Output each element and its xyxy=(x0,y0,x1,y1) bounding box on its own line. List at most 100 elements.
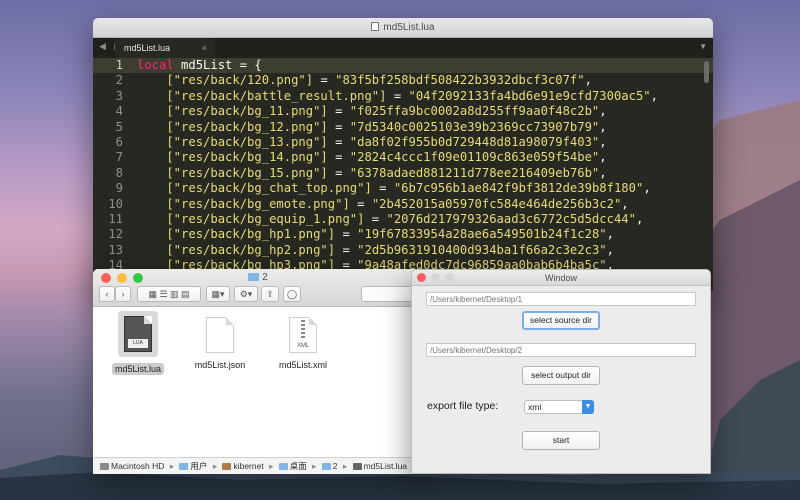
share-icon: ⇪ xyxy=(266,289,274,299)
comma-token: , xyxy=(599,150,607,165)
tab-label: md5List.lua xyxy=(124,43,171,53)
file-item[interactable]: md5List.json xyxy=(185,311,255,373)
line-number: 11 xyxy=(108,211,123,226)
arrange-button[interactable]: ▦▾ xyxy=(206,286,230,302)
line-number: 9 xyxy=(115,181,123,196)
export-tool-window: Window select source dir select output d… xyxy=(411,269,711,474)
tool-titlebar[interactable]: Window xyxy=(412,270,710,286)
code-line[interactable]: 4 ["res/back/bg_11.png"] = "f025ffa9bc00… xyxy=(93,104,713,119)
code-line[interactable]: 7 ["res/back/bg_14.png"] = "2824c4ccc1f0… xyxy=(93,150,713,165)
finder-file-area[interactable]: LUA md5List.lua md5List.json XML md5List… xyxy=(93,307,423,457)
forward-button[interactable]: › xyxy=(115,286,131,302)
key-string-token: ["res/back/bg_chat_top.png"] xyxy=(137,181,372,196)
file-name: md5List.json xyxy=(194,360,246,370)
minimize-window-button[interactable] xyxy=(431,273,440,282)
share-button[interactable]: ⇪ xyxy=(261,286,279,302)
plain-token: md5List = { xyxy=(173,58,262,72)
path-separator-icon: ▸ xyxy=(342,461,348,471)
code-text: ["res/back/bg_chat_top.png"] = "6b7c956b… xyxy=(137,181,651,196)
key-string-token: ["res/back/bg_emote.png"] xyxy=(137,196,350,211)
code-area[interactable]: 1 local md5List = {2 ["res/back/120.png"]… xyxy=(93,58,713,290)
code-line[interactable]: 8 ["res/back/bg_15.png"] = "6378adaed881… xyxy=(93,166,713,181)
path-item[interactable]: kibernet xyxy=(233,461,263,471)
key-string-token: ["res/back/bg_11.png"] xyxy=(137,104,328,119)
code-line[interactable]: 9 ["res/back/bg_chat_top.png"] = "6b7c95… xyxy=(93,181,713,196)
output-dir-field[interactable] xyxy=(426,343,696,357)
code-line[interactable]: 6 ["res/back/bg_13.png"] = "da8f02f955b0… xyxy=(93,135,713,150)
chevron-down-icon: ▼ xyxy=(582,400,594,414)
operator-token: = xyxy=(335,227,358,242)
value-string-token: "6378adaed881211d778ee216409eb76b" xyxy=(349,165,600,180)
editor-scrollbar[interactable] xyxy=(704,61,709,83)
comma-token: , xyxy=(643,181,651,196)
chevron-down-icon[interactable]: ▼ xyxy=(699,42,707,51)
code-line[interactable]: 13 ["res/back/bg_hp2.png"] = "2d5b963191… xyxy=(93,243,713,258)
code-text: local md5List = { xyxy=(137,58,262,73)
tab-md5list-lua[interactable]: md5List.lua × xyxy=(115,38,215,58)
export-file-type-value: xml xyxy=(528,402,542,412)
file-item[interactable]: LUA md5List.lua xyxy=(103,311,173,377)
file-icon-wrap: LUA xyxy=(118,311,158,357)
line-number: 10 xyxy=(108,196,123,211)
code-line[interactable]: 11 ["res/back/bg_equip_1.png"] = "2076d2… xyxy=(93,212,713,227)
value-string-token: "2824c4ccc1f09e01109c863e059f54be" xyxy=(349,150,600,165)
tag-button[interactable]: ◯ xyxy=(283,286,301,302)
editor-titlebar[interactable]: md5List.lua xyxy=(93,18,713,38)
select-output-dir-button[interactable]: select output dir xyxy=(522,366,600,385)
path-item[interactable]: 桌面 xyxy=(290,461,307,471)
comma-token: , xyxy=(606,227,614,242)
arrange-icon: ▦▾ xyxy=(211,289,225,299)
close-icon[interactable]: × xyxy=(202,38,207,58)
comma-token: , xyxy=(621,196,629,211)
path-item[interactable]: 用户 xyxy=(190,461,207,471)
zoom-window-button[interactable] xyxy=(445,273,454,282)
lua-file-icon: LUA xyxy=(124,316,152,352)
back-icon: ‹ xyxy=(105,289,109,299)
path-item[interactable]: 2 xyxy=(333,461,338,471)
key-string-token: ["res/back/bg_hp1.png"] xyxy=(137,227,336,242)
close-window-button[interactable] xyxy=(417,273,426,282)
code-line[interactable]: 10 ["res/back/bg_emote.png"] = "2b452015… xyxy=(93,197,713,212)
line-number: 8 xyxy=(115,165,123,180)
key-string-token: ["res/back/120.png"] xyxy=(137,73,314,88)
value-string-token: "da8f02f955b0d729448d81a98079f403" xyxy=(349,134,600,149)
operator-token: = xyxy=(349,196,372,211)
code-line[interactable]: 2 ["res/back/120.png"] = "83f5bf258bdf50… xyxy=(93,73,713,88)
comma-token: , xyxy=(606,242,614,257)
comma-token: , xyxy=(650,88,658,103)
line-number: 5 xyxy=(115,119,123,134)
select-source-dir-button[interactable]: select source dir xyxy=(522,311,600,330)
line-number: 12 xyxy=(108,227,123,242)
export-file-type-select[interactable]: xml ▼ xyxy=(524,400,594,414)
key-string-token: ["res/back/bg_equip_1.png"] xyxy=(137,211,365,226)
json-file-icon xyxy=(206,317,234,353)
path-item[interactable]: md5List.lua xyxy=(364,461,407,471)
back-button[interactable]: ‹ xyxy=(99,286,115,302)
value-string-token: "7d5340c0025103e39b2369cc73907b79" xyxy=(349,119,600,134)
finder-titlebar[interactable]: 2 ‹ › ▦ ☰ ▥ ▤ ▦▾ ⚙▾ ⇪ ◯ xyxy=(93,269,423,307)
code-text: ["res/back/120.png"] = "83f5bf258bdf5084… xyxy=(137,73,592,88)
comma-token: , xyxy=(584,73,592,88)
code-line[interactable]: 1 local md5List = { xyxy=(93,58,713,74)
key-string-token: ["res/back/bg_13.png"] xyxy=(137,134,328,149)
operator-token: = xyxy=(313,73,336,88)
finder-title-text: 2 xyxy=(262,272,268,283)
source-dir-field[interactable] xyxy=(426,292,696,306)
editor-tabbar: ◀ ▶ md5List.lua × ▼ xyxy=(93,38,713,58)
file-item[interactable]: XML md5List.xml xyxy=(268,311,338,373)
path-item[interactable]: Macintosh HD xyxy=(111,461,164,471)
code-line[interactable]: 3 ["res/back/battle_result.png"] = "04f2… xyxy=(93,89,713,104)
view-mode-buttons[interactable]: ▦ ☰ ▥ ▤ xyxy=(137,286,201,302)
code-text: ["res/back/bg_emote.png"] = "2b452015a05… xyxy=(137,196,629,212)
comma-token: , xyxy=(599,165,607,180)
line-number: 1 xyxy=(115,58,123,72)
action-button[interactable]: ⚙▾ xyxy=(234,286,258,302)
operator-token: = xyxy=(386,88,409,103)
view-icon: ▦ ☰ ▥ ▤ xyxy=(148,289,190,299)
lua-badge: LUA xyxy=(128,339,148,348)
code-line[interactable]: 5 ["res/back/bg_12.png"] = "7d5340c00251… xyxy=(93,120,713,135)
start-button[interactable]: start xyxy=(522,431,600,450)
tool-window-title: Window xyxy=(544,273,577,283)
code-line[interactable]: 12 ["res/back/bg_hp1.png"] = "19f6783395… xyxy=(93,227,713,242)
operator-token: = xyxy=(327,150,350,165)
